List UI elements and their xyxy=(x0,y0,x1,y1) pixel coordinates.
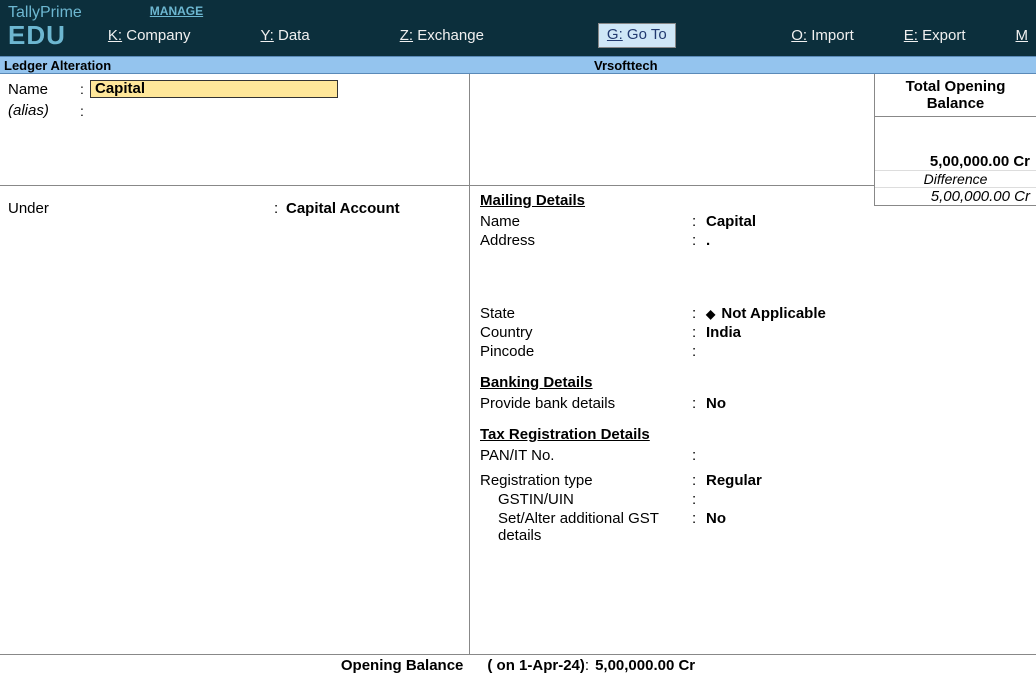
menu-goto[interactable]: G: Go To xyxy=(598,23,676,48)
footer-date: ( on 1-Apr-24) xyxy=(487,657,585,674)
total-opening-balance-box: Total Opening Balance 5,00,000.00 Cr Dif… xyxy=(874,74,1036,206)
under-label: Under xyxy=(8,200,274,217)
registration-type[interactable]: Regular xyxy=(706,472,762,489)
mailing-name[interactable]: Capital xyxy=(706,213,756,230)
app-topbar: TallyPrime MANAGE EDU K: Company Y: Data… xyxy=(0,0,1036,56)
name-label: Name xyxy=(8,81,80,98)
ledger-name-input[interactable]: Capital xyxy=(90,80,338,98)
banking-details-section: Banking Details Provide bank details:No xyxy=(470,368,1036,420)
footer-label: Opening Balance xyxy=(341,657,464,674)
opening-difference-label: Difference xyxy=(875,170,1036,188)
footer-opening-balance-value[interactable]: 5,00,000.00 Cr xyxy=(595,657,695,674)
diamond-icon: ◆ xyxy=(706,307,715,321)
context-mode: Ledger Alteration xyxy=(4,57,594,73)
menu-data[interactable]: Y: Data xyxy=(250,23,319,48)
tax-registration-section: Tax Registration Details PAN/IT No.: Reg… xyxy=(470,420,1036,552)
left-column: Name : Capital (alias) : Under : Capital… xyxy=(0,74,470,676)
context-bar: Ledger Alteration Vrsofttech xyxy=(0,56,1036,74)
body-area: Name : Capital (alias) : Under : Capital… xyxy=(0,74,1036,676)
menu-company[interactable]: K: Company xyxy=(98,23,201,48)
right-column: Total Opening Balance 5,00,000.00 Cr Dif… xyxy=(470,74,1036,676)
mailing-address[interactable]: . xyxy=(706,232,710,249)
mailing-details-section: Mailing Details Name:Capital Address:. S… xyxy=(470,186,1036,368)
mailing-state[interactable]: ◆ Not Applicable xyxy=(706,305,826,322)
manage-link[interactable]: MANAGE xyxy=(150,4,203,18)
menu-exchange[interactable]: Z: Exchange xyxy=(390,23,494,48)
opening-balance-value: 5,00,000.00 Cr xyxy=(875,153,1030,170)
set-alter-gst-details[interactable]: No xyxy=(706,510,726,544)
opening-difference-value: 5,00,000.00 Cr xyxy=(875,188,1036,205)
menu-import[interactable]: O: Import xyxy=(781,23,864,48)
context-company: Vrsofttech xyxy=(594,57,658,73)
under-value[interactable]: Capital Account xyxy=(286,200,400,217)
banking-title: Banking Details xyxy=(480,374,1026,391)
opening-balance-footer: Opening Balance ( on 1-Apr-24) : 5,00,00… xyxy=(0,654,1036,676)
brand-edu: EDU xyxy=(8,20,66,51)
menu-more[interactable]: M xyxy=(1006,23,1029,48)
mailing-country[interactable]: India xyxy=(706,324,741,341)
opening-balance-title: Total Opening Balance xyxy=(875,74,1036,117)
alias-label: (alias) xyxy=(8,102,80,119)
tax-title: Tax Registration Details xyxy=(480,426,1026,443)
menu-export[interactable]: E: Export xyxy=(894,23,976,48)
provide-bank-details[interactable]: No xyxy=(706,395,726,412)
